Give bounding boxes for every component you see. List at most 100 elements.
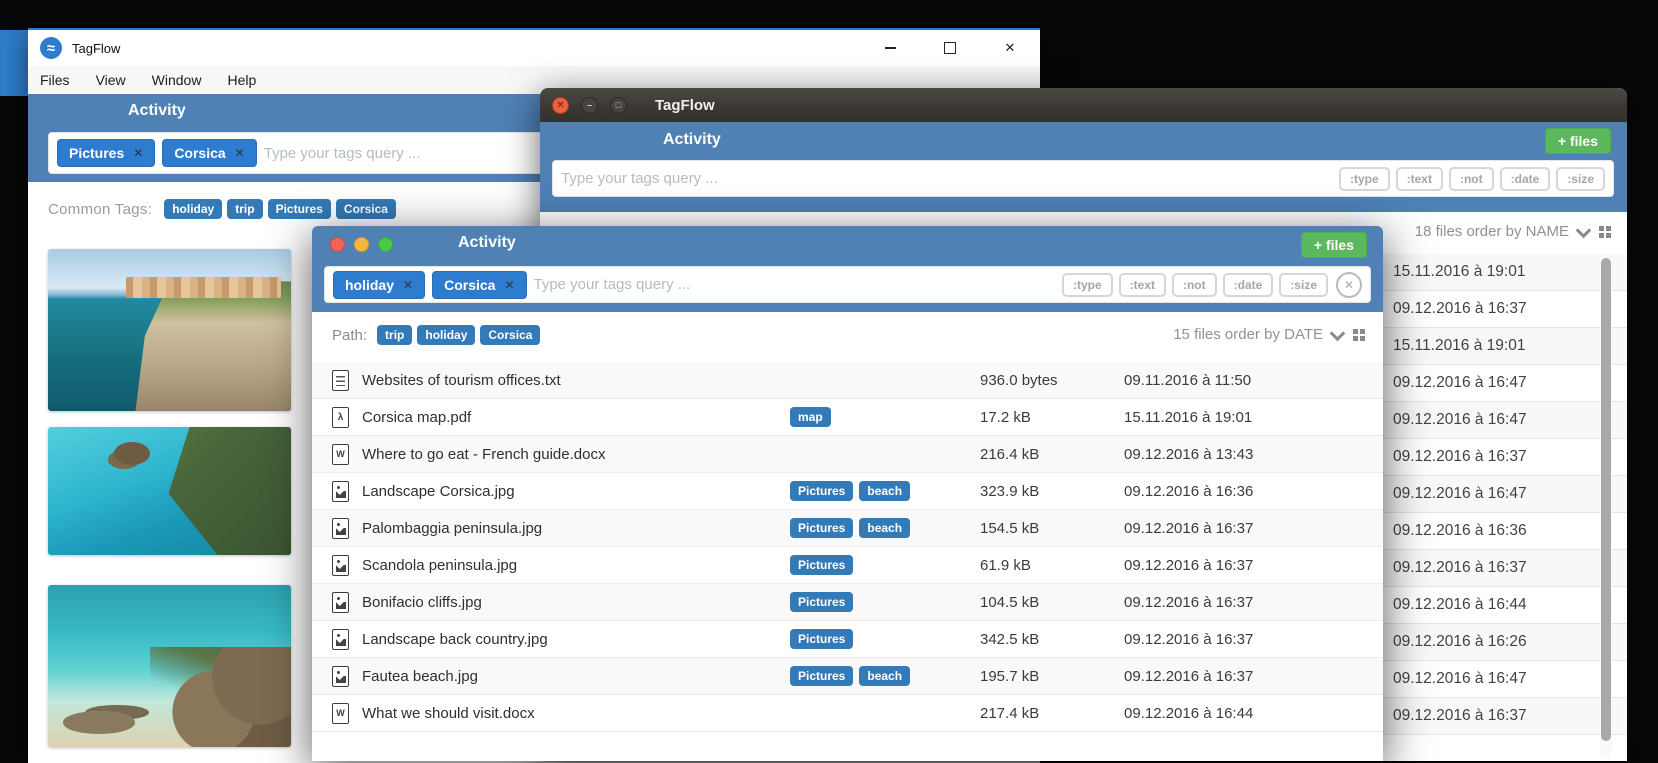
query-filter-button[interactable]: :date bbox=[1500, 167, 1551, 191]
common-tag-chip[interactable]: holiday bbox=[164, 199, 222, 219]
file-row[interactable]: Bonifacio cliffs.jpg Pictures 104.5 kB 0… bbox=[312, 584, 1383, 621]
file-row[interactable]: Landscape Corsica.jpg Picturesbeach 323.… bbox=[312, 473, 1383, 510]
menu-item[interactable]: View bbox=[96, 72, 126, 88]
file-name: Scandola peninsula.jpg bbox=[362, 557, 517, 574]
file-tag-chip[interactable]: Pictures bbox=[790, 592, 853, 612]
path-tag-chip[interactable]: holiday bbox=[417, 325, 475, 345]
add-files-button[interactable]: + files bbox=[1301, 232, 1367, 258]
maximize-button[interactable]: □ bbox=[610, 97, 627, 114]
menu-item[interactable]: Help bbox=[227, 72, 256, 88]
win3-file-area: Path: trip holiday Corsica 15 files orde… bbox=[312, 312, 1383, 761]
file-tag-chip[interactable]: beach bbox=[859, 666, 910, 686]
file-tag-chip[interactable]: beach bbox=[859, 481, 910, 501]
query-filter-button[interactable]: :date bbox=[1223, 273, 1274, 297]
query-filter-button[interactable]: :size bbox=[1279, 273, 1328, 297]
remove-tag-icon[interactable]: ✕ bbox=[133, 146, 143, 160]
file-date: 09.12.2016 à 16:37 bbox=[1393, 448, 1527, 466]
query-filter-button[interactable]: :type bbox=[1339, 167, 1390, 191]
minimize-button[interactable] bbox=[354, 237, 369, 252]
file-date: 09.12.2016 à 16:26 bbox=[1393, 633, 1527, 651]
minimize-button[interactable]: – bbox=[581, 97, 598, 114]
query-filter-button[interactable]: :text bbox=[1396, 167, 1443, 191]
clear-query-icon[interactable]: ✕ bbox=[1336, 272, 1362, 298]
search-tag-chip[interactable]: Pictures✕ bbox=[57, 139, 155, 167]
close-button[interactable]: ✕ bbox=[552, 97, 569, 114]
file-name: Where to go eat - French guide.docx bbox=[362, 446, 605, 463]
win2-scrollbar[interactable] bbox=[1600, 256, 1612, 759]
win3-activity-header[interactable]: Activity + files holiday✕ Corsica✕ Type … bbox=[312, 226, 1383, 312]
win2-search-input[interactable]: Type your tags query ... :type :text :no… bbox=[552, 160, 1614, 197]
zoom-button[interactable] bbox=[378, 237, 393, 252]
chevron-down-icon[interactable] bbox=[1576, 222, 1592, 238]
thumbnail-turquoise-peninsula[interactable] bbox=[48, 427, 291, 555]
common-tag-chip[interactable]: Pictures bbox=[268, 199, 331, 219]
thumbnail-bonifacio-cliffs[interactable] bbox=[48, 249, 291, 411]
tag-label: Corsica bbox=[174, 145, 225, 161]
close-button[interactable]: ✕ bbox=[980, 30, 1040, 66]
scrollbar-thumb[interactable] bbox=[1601, 258, 1611, 741]
remove-tag-icon[interactable]: ✕ bbox=[235, 146, 245, 160]
jpg-file-icon bbox=[332, 481, 349, 502]
grid-view-icon[interactable] bbox=[1599, 226, 1611, 238]
file-tag-chip[interactable]: Pictures bbox=[790, 629, 853, 649]
win2-titlebar[interactable]: ✕ – □ TagFlow bbox=[540, 88, 1627, 123]
file-row[interactable]: Palombaggia peninsula.jpg Picturesbeach … bbox=[312, 510, 1383, 547]
file-date: 15.11.2016 à 19:01 bbox=[1393, 263, 1525, 281]
file-row[interactable]: What we should visit.docx 217.4 kB 09.12… bbox=[312, 695, 1383, 732]
path-tag-chip[interactable]: Corsica bbox=[480, 325, 540, 345]
win1-titlebar[interactable]: ≈ TagFlow ✕ bbox=[28, 30, 1040, 66]
search-tag-chip[interactable]: Corsica ✕ bbox=[162, 139, 256, 167]
file-date: 09.12.2016 à 16:37 bbox=[1124, 594, 1253, 611]
chevron-down-icon[interactable] bbox=[1330, 325, 1346, 341]
file-row[interactable]: Corsica map.pdf map 17.2 kB 15.11.2016 à… bbox=[312, 399, 1383, 436]
query-filter-button[interactable]: :type bbox=[1062, 273, 1113, 297]
file-row[interactable]: Fautea beach.jpg Picturesbeach 195.7 kB … bbox=[312, 658, 1383, 695]
file-tags: Pictures bbox=[790, 555, 859, 575]
win1-search-placeholder: Type your tags query ... bbox=[264, 145, 421, 162]
file-row[interactable]: Landscape back country.jpg Pictures 342.… bbox=[312, 621, 1383, 658]
file-date: 09.12.2016 à 16:37 bbox=[1124, 557, 1253, 574]
file-date: 09.12.2016 à 16:44 bbox=[1124, 705, 1253, 722]
win3-sort-control[interactable]: 15 files order by DATE bbox=[1173, 326, 1365, 343]
add-files-button[interactable]: + files bbox=[1545, 128, 1611, 154]
menu-item[interactable]: Files bbox=[40, 72, 70, 88]
win3-search-input[interactable]: holiday✕ Corsica✕ Type your tags query .… bbox=[324, 266, 1371, 303]
win2-sort-control[interactable]: 18 files order by NAME bbox=[1415, 223, 1611, 240]
file-tags: Pictures beach bbox=[790, 666, 916, 686]
file-date: 09.12.2016 à 16:37 bbox=[1124, 520, 1253, 537]
file-tags: Pictures beach bbox=[790, 518, 916, 538]
thumbnail-beach-rocks[interactable] bbox=[48, 585, 291, 747]
maximize-button[interactable] bbox=[920, 30, 980, 66]
background-window-edge bbox=[0, 30, 28, 96]
file-row[interactable]: Where to go eat - French guide.docx 216.… bbox=[312, 436, 1383, 473]
file-tag-chip[interactable]: Pictures bbox=[790, 666, 853, 686]
common-tag-chip[interactable]: Corsica bbox=[336, 199, 396, 219]
file-tag-chip[interactable]: map bbox=[790, 407, 831, 427]
file-row[interactable]: Scandola peninsula.jpg Pictures 61.9 kB … bbox=[312, 547, 1383, 584]
win3-sort-text: 15 files order by DATE bbox=[1173, 326, 1323, 343]
file-name: Websites of tourism offices.txt bbox=[362, 372, 561, 389]
file-size: 323.9 kB bbox=[980, 483, 1039, 500]
grid-view-icon[interactable] bbox=[1353, 329, 1365, 341]
file-tag-chip[interactable]: Pictures bbox=[790, 518, 853, 538]
common-tag-chip[interactable]: trip bbox=[227, 199, 262, 219]
remove-tag-icon[interactable]: ✕ bbox=[403, 278, 413, 292]
close-button[interactable] bbox=[330, 237, 345, 252]
file-tag-chip[interactable]: Pictures bbox=[790, 555, 853, 575]
search-tag-chip[interactable]: holiday✕ bbox=[333, 271, 425, 299]
maximize-icon bbox=[944, 42, 956, 54]
query-filter-button[interactable]: :text bbox=[1119, 273, 1166, 297]
menu-item[interactable]: Window bbox=[152, 72, 202, 88]
file-row[interactable]: Websites of tourism offices.txt 936.0 by… bbox=[312, 362, 1383, 399]
remove-tag-icon[interactable]: ✕ bbox=[504, 278, 514, 292]
minimize-button[interactable] bbox=[860, 30, 920, 66]
query-filter-button[interactable]: :not bbox=[1449, 167, 1494, 191]
search-tag-chip[interactable]: Corsica✕ bbox=[432, 271, 526, 299]
file-date: 15.11.2016 à 19:01 bbox=[1393, 337, 1525, 355]
file-tag-chip[interactable]: Pictures bbox=[790, 481, 853, 501]
path-tag-chip[interactable]: trip bbox=[377, 325, 412, 345]
query-filter-button[interactable]: :not bbox=[1172, 273, 1217, 297]
common-tags-label: Common Tags: bbox=[48, 201, 152, 218]
file-tag-chip[interactable]: beach bbox=[859, 518, 910, 538]
query-filter-button[interactable]: :size bbox=[1556, 167, 1605, 191]
